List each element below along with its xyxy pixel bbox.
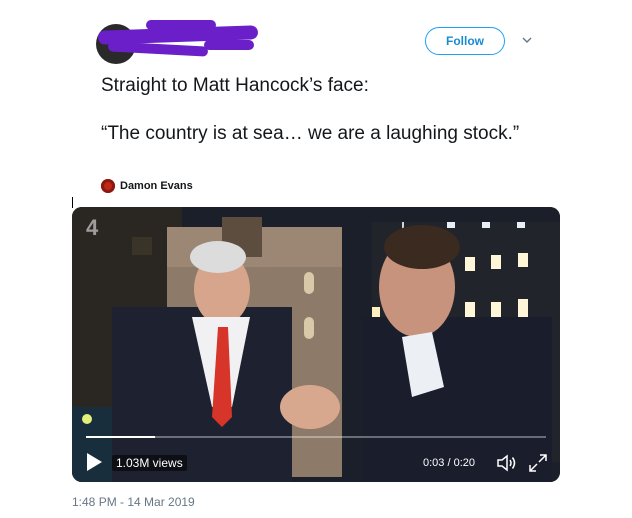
tweet-timestamp[interactable]: 1:48 PM - 14 Mar 2019 [72,495,195,509]
media-credit[interactable]: Damon Evans [101,178,193,194]
progress-fill [86,436,155,438]
redaction-mark [204,40,254,50]
tweet-header: Follow [96,14,566,64]
view-count: 1.03M views [112,455,187,471]
fullscreen-icon[interactable] [528,453,548,473]
video-controls: 1.03M views 0:03 / 0:20 [72,427,560,482]
video-player[interactable]: 4 1.03M views 0:03 / 0:20 [72,207,560,482]
credit-name: Damon Evans [120,180,193,192]
progress-bar[interactable] [86,436,546,438]
follow-button[interactable]: Follow [425,27,505,55]
volume-icon[interactable] [496,453,518,473]
credit-avatar [101,179,115,193]
chevron-down-icon[interactable] [521,34,533,46]
time-readout: 0:03 / 0:20 [423,457,475,469]
tweet-quote: “The country is at sea… we are a laughin… [101,123,520,144]
tweet-line: Straight to Matt Hancock’s face: [101,75,369,96]
tweet-text: Straight to Matt Hancock’s face: “The co… [101,74,551,146]
channel-logo: 4 [86,215,99,240]
play-icon[interactable] [85,452,103,472]
